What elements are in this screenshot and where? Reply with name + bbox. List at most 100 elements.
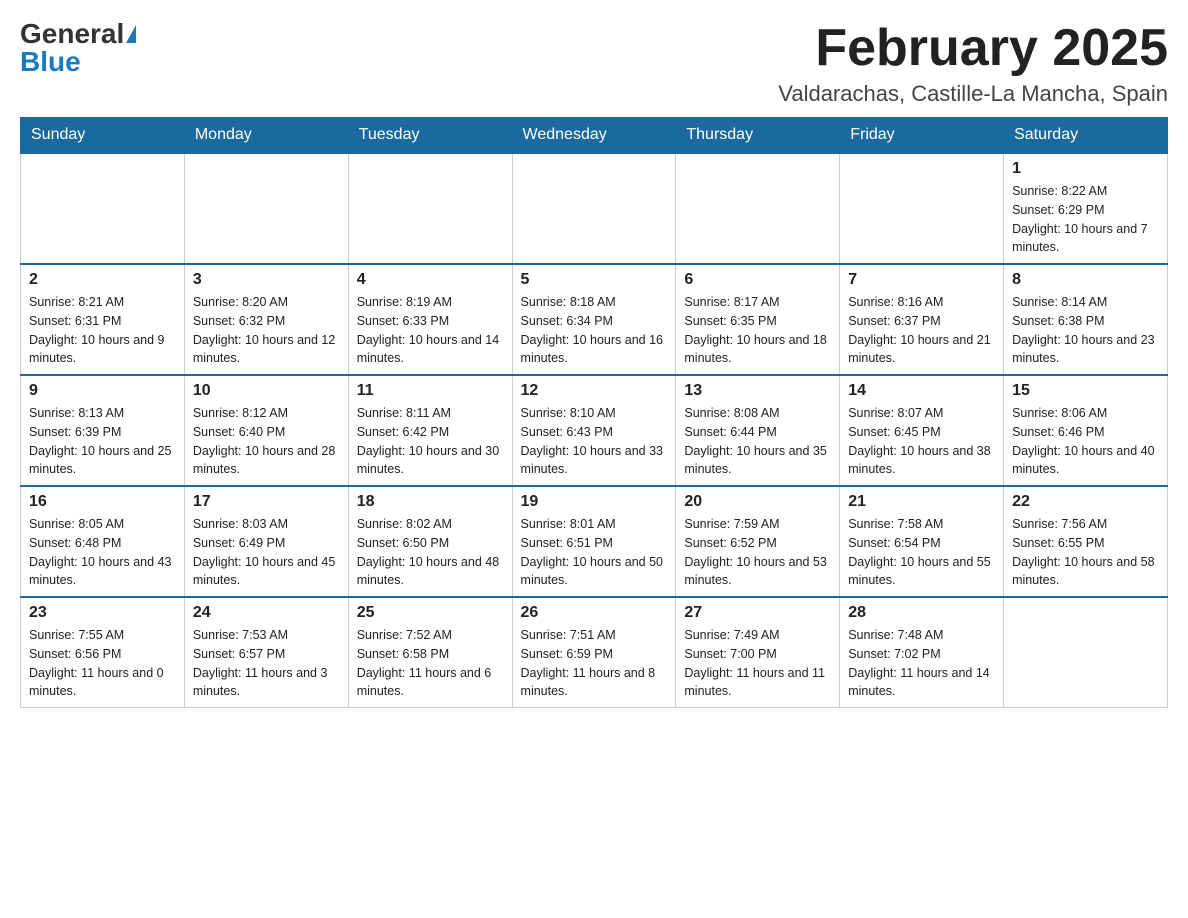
day-number: 22 xyxy=(1012,493,1159,511)
calendar-cell: 6 Sunrise: 8:17 AMSunset: 6:35 PMDaylight… xyxy=(676,264,840,375)
calendar-cell: 3 Sunrise: 8:20 AMSunset: 6:32 PMDaylight… xyxy=(184,264,348,375)
calendar-cell: 7 Sunrise: 8:16 AMSunset: 6:37 PMDaylight… xyxy=(840,264,1004,375)
day-number: 3 xyxy=(193,271,340,289)
title-block: February 2025 Valdarachas, Castille-La M… xyxy=(778,20,1168,107)
calendar-cell: 28 Sunrise: 7:48 AMSunset: 7:02 PMDayligh… xyxy=(840,597,1004,708)
day-info: Sunrise: 8:03 AMSunset: 6:49 PMDaylight:… xyxy=(193,515,340,590)
calendar-week-row: 9Sunrise: 8:13 AMSunset: 6:39 PMDaylight… xyxy=(21,375,1168,486)
day-info: Sunrise: 8:21 AMSunset: 6:31 PMDaylight:… xyxy=(29,293,176,368)
day-info: Sunrise: 8:13 AMSunset: 6:39 PMDaylight:… xyxy=(29,404,176,479)
day-number: 25 xyxy=(357,604,504,622)
day-number: 14 xyxy=(848,382,995,400)
calendar-week-row: 16 Sunrise: 8:05 AMSunset: 6:48 PMDayligh… xyxy=(21,486,1168,597)
calendar-cell: 4 Sunrise: 8:19 AMSunset: 6:33 PMDaylight… xyxy=(348,264,512,375)
calendar-cell: 13Sunrise: 8:08 AMSunset: 6:44 PMDayligh… xyxy=(676,375,840,486)
day-number: 13 xyxy=(684,382,831,400)
day-info: Sunrise: 7:49 AMSunset: 7:00 PMDaylight:… xyxy=(684,626,831,701)
day-number: 15 xyxy=(1012,382,1159,400)
page-header: General Blue February 2025 Valdarachas, … xyxy=(20,20,1168,107)
calendar-cell: 24 Sunrise: 7:53 AMSunset: 6:57 PMDayligh… xyxy=(184,597,348,708)
weekday-header-sunday: Sunday xyxy=(21,118,185,154)
day-info: Sunrise: 7:51 AMSunset: 6:59 PMDaylight:… xyxy=(521,626,668,701)
day-info: Sunrise: 8:18 AMSunset: 6:34 PMDaylight:… xyxy=(521,293,668,368)
day-number: 20 xyxy=(684,493,831,511)
calendar-cell: 25 Sunrise: 7:52 AMSunset: 6:58 PMDayligh… xyxy=(348,597,512,708)
calendar-cell: 11Sunrise: 8:11 AMSunset: 6:42 PMDayligh… xyxy=(348,375,512,486)
day-number: 28 xyxy=(848,604,995,622)
weekday-header-wednesday: Wednesday xyxy=(512,118,676,154)
day-number: 8 xyxy=(1012,271,1159,289)
day-number: 10 xyxy=(193,382,340,400)
weekday-header-saturday: Saturday xyxy=(1004,118,1168,154)
day-number: 21 xyxy=(848,493,995,511)
weekday-header-tuesday: Tuesday xyxy=(348,118,512,154)
day-info: Sunrise: 7:55 AMSunset: 6:56 PMDaylight:… xyxy=(29,626,176,701)
day-number: 16 xyxy=(29,493,176,511)
day-number: 23 xyxy=(29,604,176,622)
calendar-cell xyxy=(512,153,676,264)
day-number: 1 xyxy=(1012,160,1159,178)
day-info: Sunrise: 8:16 AMSunset: 6:37 PMDaylight:… xyxy=(848,293,995,368)
calendar-cell: 12Sunrise: 8:10 AMSunset: 6:43 PMDayligh… xyxy=(512,375,676,486)
calendar-cell: 15 Sunrise: 8:06 AMSunset: 6:46 PMDayligh… xyxy=(1004,375,1168,486)
calendar-cell: 23 Sunrise: 7:55 AMSunset: 6:56 PMDayligh… xyxy=(21,597,185,708)
weekday-header-monday: Monday xyxy=(184,118,348,154)
calendar-cell: 16 Sunrise: 8:05 AMSunset: 6:48 PMDayligh… xyxy=(21,486,185,597)
day-number: 7 xyxy=(848,271,995,289)
calendar-header-row: SundayMondayTuesdayWednesdayThursdayFrid… xyxy=(21,118,1168,154)
calendar-week-row: 23 Sunrise: 7:55 AMSunset: 6:56 PMDayligh… xyxy=(21,597,1168,708)
day-info: Sunrise: 8:06 AMSunset: 6:46 PMDaylight:… xyxy=(1012,404,1159,479)
calendar-cell xyxy=(21,153,185,264)
day-number: 18 xyxy=(357,493,504,511)
day-info: Sunrise: 8:12 AMSunset: 6:40 PMDaylight:… xyxy=(193,404,340,479)
day-info: Sunrise: 7:56 AMSunset: 6:55 PMDaylight:… xyxy=(1012,515,1159,590)
calendar-cell: 21 Sunrise: 7:58 AMSunset: 6:54 PMDayligh… xyxy=(840,486,1004,597)
day-info: Sunrise: 8:01 AMSunset: 6:51 PMDaylight:… xyxy=(521,515,668,590)
calendar-cell xyxy=(676,153,840,264)
calendar-cell: 26 Sunrise: 7:51 AMSunset: 6:59 PMDayligh… xyxy=(512,597,676,708)
calendar-cell: 17 Sunrise: 8:03 AMSunset: 6:49 PMDayligh… xyxy=(184,486,348,597)
day-number: 17 xyxy=(193,493,340,511)
day-info: Sunrise: 7:53 AMSunset: 6:57 PMDaylight:… xyxy=(193,626,340,701)
location-text: Valdarachas, Castille-La Mancha, Spain xyxy=(778,81,1168,107)
day-info: Sunrise: 8:22 AMSunset: 6:29 PMDaylight:… xyxy=(1012,182,1159,257)
calendar-cell: 27 Sunrise: 7:49 AMSunset: 7:00 PMDayligh… xyxy=(676,597,840,708)
day-number: 6 xyxy=(684,271,831,289)
day-info: Sunrise: 7:48 AMSunset: 7:02 PMDaylight:… xyxy=(848,626,995,701)
calendar-cell: 8Sunrise: 8:14 AMSunset: 6:38 PMDaylight… xyxy=(1004,264,1168,375)
calendar-cell: 18 Sunrise: 8:02 AMSunset: 6:50 PMDayligh… xyxy=(348,486,512,597)
calendar-cell xyxy=(840,153,1004,264)
calendar-cell: 14Sunrise: 8:07 AMSunset: 6:45 PMDayligh… xyxy=(840,375,1004,486)
logo-triangle-icon xyxy=(126,25,136,43)
calendar-body: 1 Sunrise: 8:22 AMSunset: 6:29 PMDaylight… xyxy=(21,153,1168,708)
day-number: 19 xyxy=(521,493,668,511)
day-info: Sunrise: 8:19 AMSunset: 6:33 PMDaylight:… xyxy=(357,293,504,368)
day-number: 24 xyxy=(193,604,340,622)
weekday-header-thursday: Thursday xyxy=(676,118,840,154)
day-info: Sunrise: 7:52 AMSunset: 6:58 PMDaylight:… xyxy=(357,626,504,701)
day-number: 26 xyxy=(521,604,668,622)
logo-general-text: General xyxy=(20,20,124,48)
day-info: Sunrise: 7:58 AMSunset: 6:54 PMDaylight:… xyxy=(848,515,995,590)
day-info: Sunrise: 8:20 AMSunset: 6:32 PMDaylight:… xyxy=(193,293,340,368)
calendar-week-row: 2 Sunrise: 8:21 AMSunset: 6:31 PMDaylight… xyxy=(21,264,1168,375)
logo-blue-text: Blue xyxy=(20,48,81,76)
month-title: February 2025 xyxy=(778,20,1168,77)
calendar-cell: 2 Sunrise: 8:21 AMSunset: 6:31 PMDaylight… xyxy=(21,264,185,375)
calendar-cell: 1 Sunrise: 8:22 AMSunset: 6:29 PMDaylight… xyxy=(1004,153,1168,264)
calendar-cell xyxy=(1004,597,1168,708)
day-number: 2 xyxy=(29,271,176,289)
day-number: 27 xyxy=(684,604,831,622)
day-number: 12 xyxy=(521,382,668,400)
day-number: 4 xyxy=(357,271,504,289)
day-info: Sunrise: 7:59 AMSunset: 6:52 PMDaylight:… xyxy=(684,515,831,590)
weekday-header-friday: Friday xyxy=(840,118,1004,154)
logo: General Blue xyxy=(20,20,136,76)
day-info: Sunrise: 8:05 AMSunset: 6:48 PMDaylight:… xyxy=(29,515,176,590)
calendar-cell: 5Sunrise: 8:18 AMSunset: 6:34 PMDaylight… xyxy=(512,264,676,375)
calendar-cell xyxy=(184,153,348,264)
calendar-cell xyxy=(348,153,512,264)
calendar-week-row: 1 Sunrise: 8:22 AMSunset: 6:29 PMDaylight… xyxy=(21,153,1168,264)
day-info: Sunrise: 8:02 AMSunset: 6:50 PMDaylight:… xyxy=(357,515,504,590)
day-info: Sunrise: 8:17 AMSunset: 6:35 PMDaylight:… xyxy=(684,293,831,368)
